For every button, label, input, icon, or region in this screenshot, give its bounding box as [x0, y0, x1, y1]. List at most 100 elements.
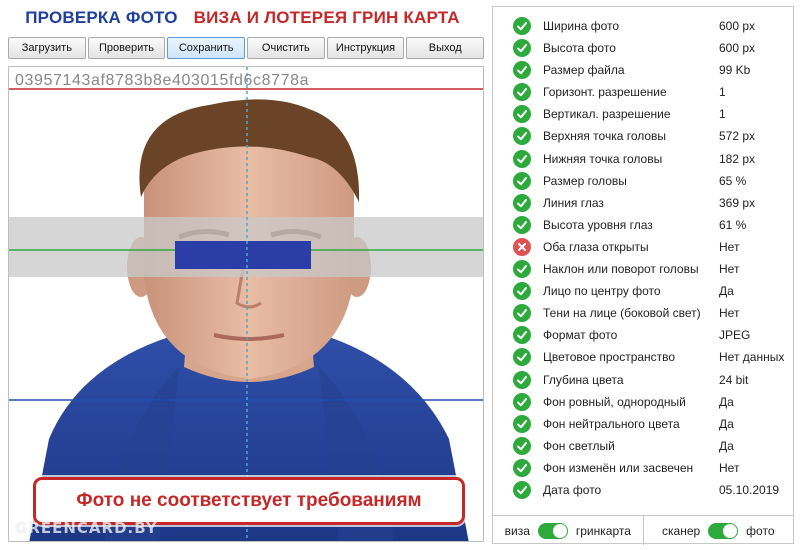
check-value: Да — [719, 438, 734, 453]
results-panel: Ширина фото 600 px Высота фото 600 px Размер… — [492, 6, 794, 545]
check-ok-icon — [513, 370, 531, 389]
check-row: Размер головы 65 % — [493, 170, 793, 192]
visa-greencard-switch[interactable] — [537, 522, 568, 539]
check-ok-icon — [513, 215, 531, 234]
checks-list: Ширина фото 600 px Высота фото 600 px Размер… — [493, 15, 793, 501]
check-value: Нет данных — [719, 350, 785, 365]
check-value: 1 — [719, 107, 726, 122]
check-value: 600 px — [719, 19, 756, 33]
app-title-check-photo: ПРОВЕРКА ФОТО — [25, 8, 178, 27]
check-label: Линия глаз — [543, 195, 604, 210]
toggle-label-visa: виза — [504, 523, 530, 538]
check-label: Дата фото — [543, 482, 602, 497]
check-ok-icon — [513, 260, 531, 279]
check-value: Нет — [719, 239, 740, 254]
check-value: 05.10.2019 — [719, 482, 780, 497]
check-value: JPEG — [719, 328, 751, 343]
check-ok-icon — [513, 458, 531, 477]
scanner-photo-switch[interactable] — [708, 522, 739, 539]
check-button[interactable]: Проверить — [87, 37, 166, 59]
check-label: Горизонт. разрешение — [543, 85, 667, 100]
check-label: Высота уровня глаз — [543, 217, 653, 232]
check-row: Нижняя точка головы 182 px — [493, 148, 793, 170]
check-ok-icon — [513, 348, 531, 367]
toggle-label-greencard: гринкарта — [575, 523, 631, 538]
check-row: Тени на лице (боковой свет) Нет — [493, 302, 793, 324]
check-row: Фон изменён или засвечен Нет — [493, 457, 793, 479]
check-label: Фон светлый — [543, 438, 615, 453]
check-row: Линия глаз 369 px — [493, 192, 793, 214]
instructions-button[interactable]: Инструкция — [326, 37, 405, 59]
check-value: Да — [719, 284, 734, 299]
check-row: Наклон или поворот головы Нет — [493, 258, 793, 280]
mode-footer: виза гринкарта сканер фото — [493, 515, 793, 545]
app-header: ПРОВЕРКА ФОТО ВИЗА И ЛОТЕРЕЯ ГРИН КАРТА — [0, 0, 485, 36]
check-label: Фон нейтрального цвета — [543, 416, 680, 431]
check-fail-icon — [513, 237, 531, 256]
check-ok-icon — [513, 61, 531, 80]
check-ok-icon — [513, 83, 531, 102]
verdict-banner: Фото не соответствует требованиям — [33, 477, 465, 525]
check-row: Цветовое пространство Нет данных — [493, 346, 793, 368]
check-ok-icon — [513, 193, 531, 212]
check-ok-icon — [513, 171, 531, 190]
check-row: Высота фото 600 px — [493, 37, 793, 59]
check-value: 369 px — [719, 195, 756, 210]
check-label: Наклон или поворот головы — [543, 262, 699, 277]
check-ok-icon — [513, 105, 531, 124]
check-label: Нижняя точка головы — [543, 151, 663, 166]
check-label: Фон изменён или засвечен — [543, 460, 694, 475]
check-row: Верхняя точка головы 572 px — [493, 125, 793, 147]
check-value: Да — [719, 416, 734, 431]
check-ok-icon — [513, 127, 531, 146]
check-ok-icon — [513, 480, 531, 499]
save-button[interactable]: Сохранить — [167, 37, 246, 59]
check-label: Лицо по центру фото — [543, 284, 661, 299]
check-label: Тени на лице (боковой свет) — [543, 306, 701, 321]
photo-hash: 03957143af8783b8e403015fd6c8778a — [15, 72, 310, 89]
check-label: Ширина фото — [543, 19, 620, 33]
exit-button[interactable]: Выход — [406, 37, 485, 59]
check-ok-icon — [513, 17, 531, 35]
check-value: 572 px — [719, 129, 756, 144]
check-row: Горизонт. разрешение 1 — [493, 81, 793, 103]
check-value: 99 Kb — [719, 63, 751, 78]
check-ok-icon — [513, 39, 531, 58]
check-value: Нет — [719, 306, 740, 321]
clear-button[interactable]: Очистить — [247, 37, 325, 59]
watermark: GREENCARD.BY — [15, 519, 158, 537]
portrait-image — [9, 67, 483, 541]
check-row: Вертикал. разрешение 1 — [493, 103, 793, 125]
check-row: Формат фото JPEG — [493, 324, 793, 346]
check-label: Высота фото — [543, 41, 616, 56]
photo-preview: 03957143af8783b8e403015fd6c8778a Фото не… — [8, 66, 484, 542]
check-label: Фон ровный, однородный — [543, 394, 686, 409]
check-ok-icon — [513, 304, 531, 323]
check-row: Фон нейтрального цвета Да — [493, 413, 793, 435]
check-value: Нет — [719, 460, 740, 475]
check-label: Вертикал. разрешение — [543, 107, 671, 122]
check-label: Размер головы — [543, 173, 627, 188]
check-row: Фон светлый Да — [493, 435, 793, 457]
check-row: Фон ровный, однородный Да — [493, 391, 793, 413]
check-value: 182 px — [719, 151, 756, 166]
check-value: 65 % — [719, 173, 747, 188]
load-button[interactable]: Загрузить — [8, 37, 86, 59]
check-ok-icon — [513, 436, 531, 455]
check-row: Глубина цвета 24 bit — [493, 369, 793, 391]
mode-toggle-scanner-photo: сканер фото — [642, 516, 794, 545]
check-label: Размер файла — [543, 63, 625, 78]
check-row: Размер файла 99 Kb — [493, 59, 793, 81]
check-label: Верхняя точка головы — [543, 129, 667, 144]
mode-toggle-visa-greencard: виза гринкарта — [493, 516, 643, 545]
switch-knob — [723, 523, 738, 538]
toggle-label-scanner: сканер — [662, 523, 701, 538]
check-row: Оба глаза открыты Нет — [493, 236, 793, 258]
check-value: 600 px — [719, 41, 756, 56]
check-label: Формат фото — [543, 328, 618, 343]
switch-knob — [552, 523, 567, 538]
check-label: Оба глаза открыты — [543, 239, 649, 254]
toggle-label-photo: фото — [746, 523, 775, 538]
check-value: Нет — [719, 262, 740, 277]
check-row: Дата фото 05.10.2019 — [493, 479, 793, 501]
